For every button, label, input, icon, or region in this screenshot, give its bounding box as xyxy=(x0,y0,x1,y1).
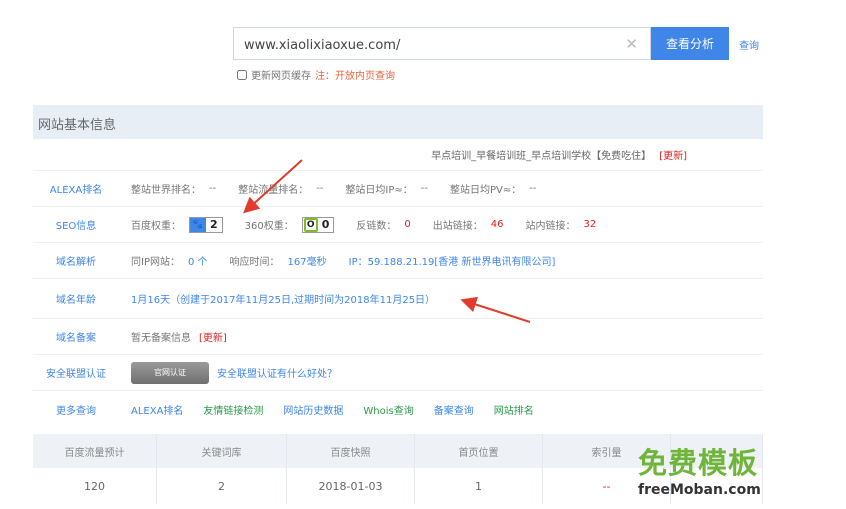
site-info-table: 早点培训_早餐培训班_早点培训学校【免费吃住】 [更新] ALEXA排名 整站世… xyxy=(33,139,763,427)
daily-ip-label: 整站日均IP≈： xyxy=(345,185,413,196)
record-label: 域名备案 xyxy=(56,333,96,344)
same-ip-value[interactable]: 0 个 xyxy=(188,253,208,268)
alexa-label: ALEXA排名 xyxy=(49,185,103,196)
update-title-link[interactable]: [更新] xyxy=(659,147,687,162)
record-query-link[interactable]: 备案查询 xyxy=(434,402,474,417)
seo-values: 百度权重： 🐾 2 360权重： O0 反链数： 0 出站链接： 46 站内链接： 32 xyxy=(119,216,763,233)
seo-label: SEO信息 xyxy=(55,221,97,232)
daily-pv-label: 整站日均PV≈： xyxy=(450,185,522,196)
baidu-weight-value: 2 xyxy=(210,218,218,231)
outbound-value[interactable]: 46 xyxy=(491,219,504,230)
more-links: ALEXA排名 友情链接检测 网站历史数据 Whois查询 备案查询 网站排名 xyxy=(119,402,763,417)
domain-age-value: 1月16天（创建于2017年11月25日,过期时间为2018年11月25日） xyxy=(131,295,436,306)
backlinks-value[interactable]: 0 xyxy=(404,219,410,230)
outbound-label: 出站链接： xyxy=(432,221,483,232)
inbound-value[interactable]: 32 xyxy=(584,219,597,230)
seo-row: SEO信息 百度权重： 🐾 2 360权重： O0 反链数： 0 出站链接： 46 站… xyxy=(33,207,763,243)
security-row: 安全联盟认证 官网认证 安全联盟认证有什么好处？ xyxy=(33,355,763,391)
update-cache-label: 更新网页缓存 xyxy=(251,71,311,82)
s360-weight-value: 0 xyxy=(321,218,330,231)
record-value: 暂无备案信息 xyxy=(131,333,191,344)
baidu-paw-icon: 🐾 xyxy=(190,217,206,232)
world-rank-value: -- xyxy=(209,183,217,194)
record-update-link[interactable]: [更新] xyxy=(199,329,227,344)
stats-header-cell: 关键词库 xyxy=(157,434,287,468)
stats-cell[interactable]: 2 xyxy=(157,468,287,504)
inbound-label: 站内链接： xyxy=(525,221,576,232)
security-seal-logo[interactable]: 官网认证 xyxy=(131,361,209,384)
dns-values: 同IP网站： 0 个 响应时间： 167毫秒 IP：59.188.21.19[香港 … xyxy=(119,253,763,268)
alexa-rank-link[interactable]: ALEXA排名 xyxy=(131,402,183,417)
site-title-row: 早点培训_早餐培训班_早点培训学校【免费吃住】 [更新] xyxy=(33,139,763,171)
traffic-rank-value: -- xyxy=(316,183,324,194)
friend-link-check[interactable]: 友情链接检测 xyxy=(203,402,263,417)
baidu-weight-label: 百度权重： xyxy=(131,221,181,232)
response-value: 167毫秒 xyxy=(287,257,327,268)
stats-cell: 120 xyxy=(33,468,157,504)
site-rank-link[interactable]: 网站排名 xyxy=(494,402,534,417)
record-values: 暂无备案信息 [更新] xyxy=(119,329,763,344)
ip-location[interactable]: IP：59.188.21.19[香港 新世界电讯有限公司] xyxy=(349,253,556,268)
stats-header-cell: 百度快照 xyxy=(287,434,415,468)
daily-pv-value: -- xyxy=(529,183,537,194)
watermark-logo: 免费模板 freeMoban.com xyxy=(638,440,788,498)
url-search-box[interactable]: ✕ xyxy=(233,27,651,60)
daily-ip-value: -- xyxy=(420,183,429,194)
stats-cell[interactable]: 2018-01-03 xyxy=(287,468,415,504)
backlinks-label: 反链数： xyxy=(356,221,397,232)
traffic-rank-label: 整站流量排名： xyxy=(238,185,309,196)
watermark-en: freeMoban.com xyxy=(638,482,761,498)
url-input[interactable] xyxy=(244,35,614,55)
cache-note: 注：开放内页查询 xyxy=(315,71,395,82)
cache-option: 更新网页缓存 注：开放内页查询 xyxy=(237,67,395,82)
query-link[interactable]: 查询 xyxy=(739,37,759,52)
response-label: 响应时间： xyxy=(229,257,280,268)
s360-weight-label: 360权重： xyxy=(244,221,294,232)
stats-header-cell: 首页位置 xyxy=(415,434,543,468)
record-row: 域名备案 暂无备案信息 [更新] xyxy=(33,319,763,355)
s360-weight-badge[interactable]: O0 xyxy=(301,216,335,233)
baidu-weight-badge[interactable]: 🐾 2 xyxy=(189,216,223,233)
s360-icon: O xyxy=(303,217,318,232)
history-data-link[interactable]: 网站历史数据 xyxy=(283,402,343,417)
dns-row: 域名解析 同IP网站： 0 个 响应时间： 167毫秒 IP：59.188.21.1… xyxy=(33,243,763,279)
watermark-cn: 免费模板 xyxy=(638,446,759,480)
update-cache-checkbox[interactable] xyxy=(237,69,247,80)
more-label: 更多查询 xyxy=(56,405,96,417)
alexa-row: ALEXA排名 整站世界排名： -- 整站流量排名： -- 整站日均IP≈： -- 整… xyxy=(33,171,763,207)
alexa-values: 整站世界排名： -- 整站流量排名： -- 整站日均IP≈： -- 整站日均PV≈： -… xyxy=(119,181,763,196)
analyze-button[interactable]: 查看分析 xyxy=(651,27,729,60)
same-ip-label: 同IP网站： xyxy=(131,257,180,268)
domain-age-row: 域名年龄 1月16天（创建于2017年11月25日,过期时间为2018年11月2… xyxy=(33,279,763,319)
world-rank-label: 整站世界排名： xyxy=(131,185,201,196)
more-row: 更多查询 ALEXA排名 友情链接检测 网站历史数据 Whois查询 备案查询 … xyxy=(33,391,763,427)
clear-icon[interactable]: ✕ xyxy=(625,35,638,53)
stats-header-cell: 百度流量预计 xyxy=(33,434,157,468)
security-label: 安全联盟认证 xyxy=(46,369,106,380)
domain-age-label: 域名年龄 xyxy=(56,295,96,306)
whois-link[interactable]: Whois查询 xyxy=(363,402,413,417)
dns-label: 域名解析 xyxy=(56,257,96,268)
security-values: 官网认证 安全联盟认证有什么好处？ xyxy=(119,361,763,384)
site-title: 早点培训_早餐培训班_早点培训学校【免费吃住】 xyxy=(431,151,652,162)
section-title: 网站基本信息 xyxy=(33,105,763,139)
security-benefit-link[interactable]: 安全联盟认证有什么好处？ xyxy=(217,365,337,380)
stats-cell: 1 xyxy=(415,468,543,504)
